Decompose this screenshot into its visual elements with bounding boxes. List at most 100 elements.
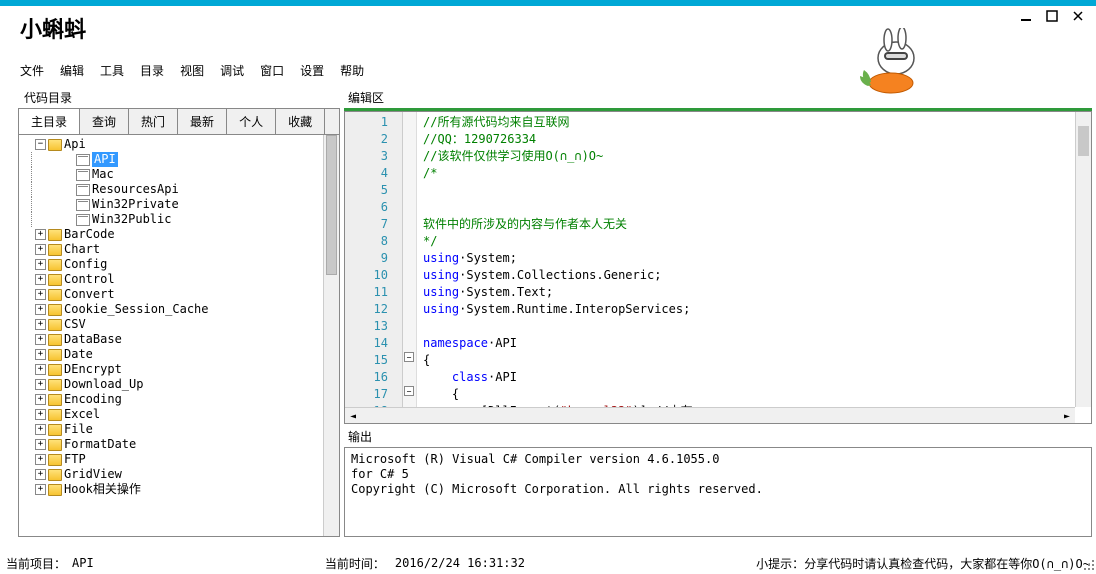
code-tree[interactable]: −ApiAPIMacResourcesApiWin32PrivateWin32P… bbox=[19, 135, 339, 536]
expand-icon[interactable]: + bbox=[35, 394, 46, 405]
minimize-button[interactable] bbox=[1018, 8, 1034, 24]
tab-主目录[interactable]: 主目录 bbox=[19, 109, 80, 134]
expand-icon[interactable]: + bbox=[35, 409, 46, 420]
code-line[interactable]: { bbox=[423, 386, 1091, 403]
tree-node-Excel[interactable]: +Excel bbox=[23, 407, 339, 422]
folder-icon bbox=[48, 469, 62, 481]
tree-node-FTP[interactable]: +FTP bbox=[23, 452, 339, 467]
code-line[interactable]: using·System.Runtime.InteropServices; bbox=[423, 301, 1091, 318]
resize-handle-icon[interactable] bbox=[1080, 556, 1094, 570]
code-line[interactable]: using·System; bbox=[423, 250, 1091, 267]
tree-node-Hook相关操作[interactable]: +Hook相关操作 bbox=[23, 482, 339, 497]
code-line[interactable]: { bbox=[423, 352, 1091, 369]
menu-目录[interactable]: 目录 bbox=[140, 62, 164, 79]
tab-个人[interactable]: 个人 bbox=[227, 109, 276, 134]
tree-node-DEncrypt[interactable]: +DEncrypt bbox=[23, 362, 339, 377]
expand-icon[interactable]: + bbox=[35, 319, 46, 330]
editor-label: 编辑区 bbox=[344, 87, 1092, 108]
code-line[interactable]: /* bbox=[423, 165, 1091, 182]
tree-node-GridView[interactable]: +GridView bbox=[23, 467, 339, 482]
code-line[interactable] bbox=[423, 199, 1091, 216]
tree-node-Date[interactable]: +Date bbox=[23, 347, 339, 362]
expand-icon[interactable]: + bbox=[35, 379, 46, 390]
tree-node-ResourcesApi[interactable]: ResourcesApi bbox=[23, 182, 339, 197]
file-icon bbox=[76, 169, 90, 181]
tree-node-Win32Public[interactable]: Win32Public bbox=[23, 212, 339, 227]
expand-icon[interactable]: + bbox=[35, 229, 46, 240]
tree-node-Win32Private[interactable]: Win32Private bbox=[23, 197, 339, 212]
expand-icon[interactable]: + bbox=[35, 334, 46, 345]
code-line[interactable] bbox=[423, 318, 1091, 335]
editor-vscroll[interactable] bbox=[1075, 112, 1091, 407]
code-line[interactable]: //该软件仅供学习使用O(∩_∩)O~ bbox=[423, 148, 1091, 165]
folder-icon bbox=[48, 139, 62, 151]
tab-热门[interactable]: 热门 bbox=[129, 109, 178, 134]
expand-icon[interactable]: + bbox=[35, 259, 46, 270]
hscroll-right-icon[interactable]: ► bbox=[1059, 408, 1075, 424]
code-line[interactable]: class·API bbox=[423, 369, 1091, 386]
tab-查询[interactable]: 查询 bbox=[80, 109, 129, 134]
expand-icon[interactable]: + bbox=[35, 244, 46, 255]
code-line[interactable]: namespace·API bbox=[423, 335, 1091, 352]
tree-node-Encoding[interactable]: +Encoding bbox=[23, 392, 339, 407]
tree-node-Config[interactable]: +Config bbox=[23, 257, 339, 272]
folder-icon bbox=[48, 274, 62, 286]
tree-node-CSV[interactable]: +CSV bbox=[23, 317, 339, 332]
tree-node-DataBase[interactable]: +DataBase bbox=[23, 332, 339, 347]
expand-icon[interactable]: + bbox=[35, 364, 46, 375]
tab-收藏[interactable]: 收藏 bbox=[276, 109, 325, 134]
expand-icon[interactable]: + bbox=[35, 304, 46, 315]
code-editor[interactable]: 123456789101112131415161718 −− //所有源代码均来… bbox=[344, 111, 1092, 424]
tree-node-File[interactable]: +File bbox=[23, 422, 339, 437]
expand-icon[interactable]: + bbox=[35, 484, 46, 495]
editor-hscroll[interactable]: ◄ ► bbox=[345, 407, 1075, 423]
tree-node-Chart[interactable]: +Chart bbox=[23, 242, 339, 257]
tree-node-API[interactable]: API bbox=[23, 152, 339, 167]
expand-icon[interactable]: + bbox=[35, 289, 46, 300]
menu-编辑[interactable]: 编辑 bbox=[60, 62, 84, 79]
tab-最新[interactable]: 最新 bbox=[178, 109, 227, 134]
code-line[interactable]: //所有源代码均来自互联网 bbox=[423, 114, 1091, 131]
code-line[interactable]: using·System.Collections.Generic; bbox=[423, 267, 1091, 284]
code-line[interactable] bbox=[423, 182, 1091, 199]
output-panel[interactable]: Microsoft (R) Visual C# Compiler version… bbox=[344, 447, 1092, 537]
menu-窗口[interactable]: 窗口 bbox=[260, 62, 284, 79]
folder-icon bbox=[48, 409, 62, 421]
expand-icon[interactable]: + bbox=[35, 454, 46, 465]
code-area[interactable]: //所有源代码均来自互联网//QQ：1290726334//该软件仅供学习使用O… bbox=[417, 112, 1091, 423]
fold-icon[interactable]: − bbox=[404, 352, 414, 362]
menu-文件[interactable]: 文件 bbox=[20, 62, 44, 79]
tree-node-Download_Up[interactable]: +Download_Up bbox=[23, 377, 339, 392]
code-line[interactable]: //QQ：1290726334 bbox=[423, 131, 1091, 148]
status-bar: 当前项目： API 当前时间： 2016/2/24 16:31:32 小提示： … bbox=[0, 554, 1096, 572]
tree-node-FormatDate[interactable]: +FormatDate bbox=[23, 437, 339, 452]
tree-node-api[interactable]: −Api bbox=[23, 137, 339, 152]
fold-icon[interactable]: − bbox=[404, 386, 414, 396]
tree-node-Control[interactable]: +Control bbox=[23, 272, 339, 287]
menu-设置[interactable]: 设置 bbox=[300, 62, 324, 79]
tree-node-Cookie_Session_Cache[interactable]: +Cookie_Session_Cache bbox=[23, 302, 339, 317]
expand-icon[interactable]: + bbox=[35, 424, 46, 435]
maximize-button[interactable] bbox=[1044, 8, 1060, 24]
fold-gutter[interactable]: −− bbox=[403, 112, 417, 423]
expand-icon[interactable]: + bbox=[35, 439, 46, 450]
tree-scrollbar[interactable] bbox=[323, 135, 339, 536]
file-icon bbox=[76, 184, 90, 196]
tree-node-BarCode[interactable]: +BarCode bbox=[23, 227, 339, 242]
menu-调试[interactable]: 调试 bbox=[220, 62, 244, 79]
menu-工具[interactable]: 工具 bbox=[100, 62, 124, 79]
close-button[interactable] bbox=[1070, 8, 1086, 24]
collapse-icon[interactable]: − bbox=[35, 139, 46, 150]
code-line[interactable]: using·System.Text; bbox=[423, 284, 1091, 301]
expand-icon[interactable]: + bbox=[35, 469, 46, 480]
menu-帮助[interactable]: 帮助 bbox=[340, 62, 364, 79]
hscroll-left-icon[interactable]: ◄ bbox=[345, 408, 361, 424]
menu-视图[interactable]: 视图 bbox=[180, 62, 204, 79]
folder-icon bbox=[48, 334, 62, 346]
code-line[interactable]: 软件中的所涉及的内容与作者本人无关 bbox=[423, 216, 1091, 233]
code-line[interactable]: */ bbox=[423, 233, 1091, 250]
tree-node-Convert[interactable]: +Convert bbox=[23, 287, 339, 302]
tree-node-Mac[interactable]: Mac bbox=[23, 167, 339, 182]
expand-icon[interactable]: + bbox=[35, 274, 46, 285]
expand-icon[interactable]: + bbox=[35, 349, 46, 360]
